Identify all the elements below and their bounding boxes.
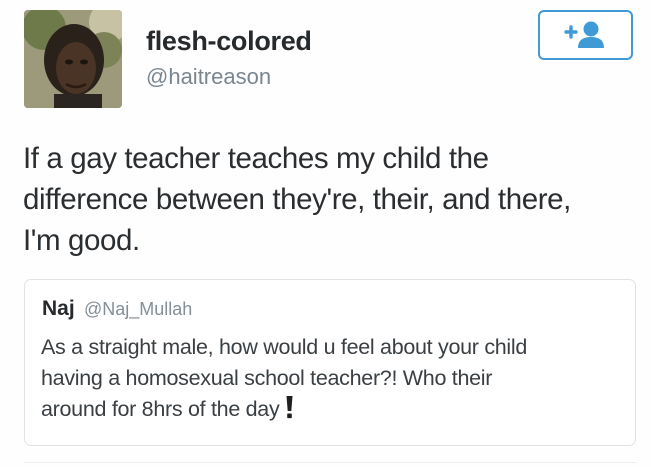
quoted-tweet[interactable]: Naj @Naj_Mullah As a straight male, how … [24, 279, 636, 446]
quoted-author-handle[interactable]: @Naj_Mullah [84, 299, 192, 320]
tweet-text-line: difference between they're, their, and t… [23, 183, 571, 216]
author-display-name[interactable]: flesh-colored [146, 26, 312, 57]
quoted-text-line: having a homosexual school teacher?! Who… [41, 366, 493, 390]
quoted-author-name[interactable]: Naj [42, 297, 75, 321]
avatar-photo [24, 10, 122, 108]
tweet-card: flesh-colored @haitreason If a gay teach… [0, 0, 651, 467]
follow-user-plus-icon [563, 21, 604, 48]
quoted-text-line: As a straight male, how would u feel abo… [41, 335, 528, 359]
bottom-divider [24, 462, 636, 463]
avatar[interactable] [24, 10, 122, 108]
quoted-tweet-text: As a straight male, how would u feel abo… [41, 332, 631, 428]
tweet-text-line: I'm good. [23, 224, 140, 257]
tweet-text: If a gay teacher teaches my child the di… [23, 138, 633, 261]
author-handle[interactable]: @haitreason [146, 64, 271, 90]
quoted-text-fragment: around for 8hrs of the day [41, 397, 280, 421]
follow-button[interactable] [538, 10, 633, 60]
quoted-text-line-last: around for 8hrs of the day [41, 394, 631, 428]
exclamation-mark-emoji [285, 395, 294, 428]
tweet-text-line: If a gay teacher teaches my child the [23, 142, 489, 175]
